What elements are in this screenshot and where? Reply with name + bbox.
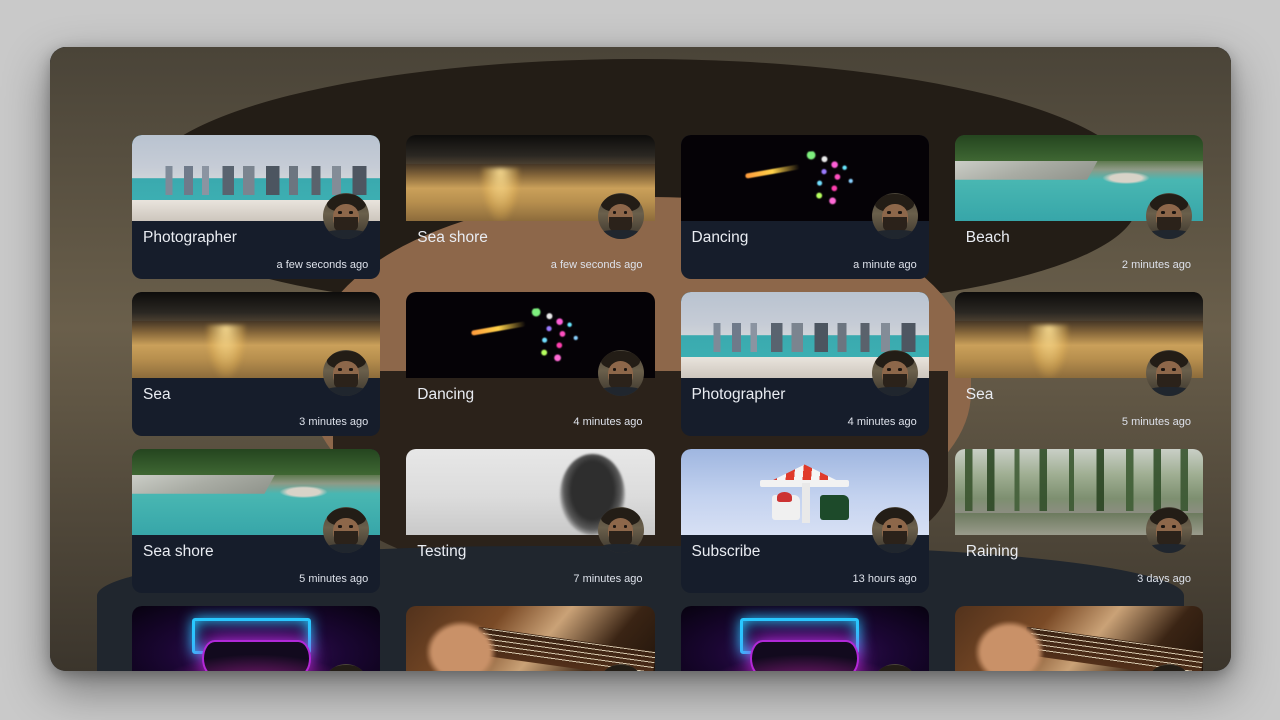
media-card[interactable]: Sea shore a few seconds ago: [406, 135, 655, 279]
media-card[interactable]: [406, 606, 655, 671]
thumbnail-image: [406, 606, 655, 671]
media-card[interactable]: Photographer 4 minutes ago: [680, 292, 929, 436]
thumbnail-image: [680, 606, 929, 671]
card-author-avatar[interactable]: [323, 507, 370, 553]
avatar-portrait: [323, 664, 370, 671]
avatar-portrait: [871, 350, 918, 396]
media-card[interactable]: Dancing 4 minutes ago: [406, 292, 655, 436]
media-card[interactable]: Testing 7 minutes ago: [406, 449, 655, 593]
card-author-avatar[interactable]: [1146, 193, 1192, 239]
card-footer: Sea shore 5 minutes ago: [132, 507, 380, 593]
card-footer: Dancing a minute ago: [681, 193, 929, 279]
card-footer: Sea 5 minutes ago: [955, 350, 1203, 436]
card-author-avatar[interactable]: [597, 507, 644, 553]
card-footer: Beach 2 minutes ago: [955, 193, 1203, 279]
card-author-avatar[interactable]: [1146, 507, 1192, 553]
media-card[interactable]: Dancing a minute ago: [680, 135, 929, 279]
card-footer: Sea shore a few seconds ago: [406, 193, 654, 279]
card-author-avatar[interactable]: [871, 193, 918, 239]
card-footer: Photographer a few seconds ago: [132, 193, 380, 279]
avatar-portrait: [1146, 193, 1192, 239]
thumbnail-image: [954, 606, 1203, 671]
card-author-avatar[interactable]: [1146, 350, 1192, 396]
card-thumbnail[interactable]: [954, 606, 1203, 671]
card-timestamp: 2 minutes ago: [1121, 259, 1191, 271]
card-footer: Raining 3 days ago: [955, 507, 1203, 593]
media-card[interactable]: Beach 2 minutes ago: [954, 135, 1203, 279]
card-author-avatar[interactable]: [323, 350, 370, 396]
card-thumbnail[interactable]: [132, 606, 381, 671]
card-timestamp: 5 minutes ago: [299, 573, 369, 585]
card-timestamp: 3 minutes ago: [299, 416, 369, 428]
media-card[interactable]: Subscribe 13 hours ago: [680, 449, 929, 593]
card-footer: Dancing 4 minutes ago: [406, 350, 654, 436]
avatar-portrait: [597, 664, 644, 671]
card-timestamp: 5 minutes ago: [1121, 416, 1191, 428]
content-scroll-area[interactable]: Photographer a few seconds ago Sea shore a …: [132, 125, 1231, 671]
card-timestamp: 4 minutes ago: [573, 416, 643, 428]
card-author-avatar[interactable]: [1146, 664, 1192, 671]
media-card[interactable]: Sea 3 minutes ago: [132, 292, 381, 436]
avatar-portrait: [871, 507, 918, 553]
app-header: Dropit: [50, 47, 1231, 671]
header-actions: +: [50, 47, 1231, 671]
media-card[interactable]: Raining 3 days ago: [954, 449, 1203, 593]
avatar-portrait: [323, 193, 370, 239]
card-timestamp: 13 hours ago: [852, 573, 917, 585]
avatar-portrait: [323, 507, 370, 553]
card-footer: Sea 3 minutes ago: [132, 350, 380, 436]
avatar-portrait: [1146, 664, 1192, 671]
card-author-avatar[interactable]: [597, 664, 644, 671]
user-avatar[interactable]: [50, 47, 1231, 671]
app-window: Dropit: [50, 47, 1231, 671]
card-footer: Testing 7 minutes ago: [406, 507, 654, 593]
card-timestamp: 3 days ago: [1137, 573, 1191, 585]
avatar-portrait: [50, 47, 1231, 671]
thumbnail-image: [132, 606, 381, 671]
avatar-portrait: [323, 350, 370, 396]
media-card[interactable]: [680, 606, 929, 671]
media-card[interactable]: [132, 606, 381, 671]
media-card[interactable]: Photographer a few seconds ago: [132, 135, 381, 279]
card-author-avatar[interactable]: [871, 507, 918, 553]
card-timestamp: a few seconds ago: [550, 259, 643, 271]
card-author-avatar[interactable]: [871, 350, 918, 396]
avatar-portrait: [597, 350, 644, 396]
card-author-avatar[interactable]: [323, 664, 370, 671]
card-author-avatar[interactable]: [597, 350, 644, 396]
card-author-avatar[interactable]: [871, 664, 918, 671]
card-thumbnail[interactable]: [680, 606, 929, 671]
card-timestamp: 4 minutes ago: [847, 416, 917, 428]
media-card[interactable]: Sea shore 5 minutes ago: [132, 449, 381, 593]
card-author-avatar[interactable]: [597, 193, 644, 239]
avatar-portrait: [871, 193, 918, 239]
avatar-portrait: [597, 193, 644, 239]
avatar-portrait: [1146, 350, 1192, 396]
card-thumbnail[interactable]: [406, 606, 655, 671]
card-footer: Photographer 4 minutes ago: [681, 350, 929, 436]
avatar-portrait: [871, 664, 918, 671]
app-body: Photographer a few seconds ago Sea shore a …: [50, 125, 1231, 671]
media-card[interactable]: Sea 5 minutes ago: [954, 292, 1203, 436]
card-footer: Subscribe 13 hours ago: [681, 507, 929, 593]
card-timestamp: 7 minutes ago: [573, 573, 643, 585]
media-card[interactable]: [954, 606, 1203, 671]
card-author-avatar[interactable]: [323, 193, 370, 239]
card-timestamp: a few seconds ago: [276, 259, 369, 271]
card-timestamp: a minute ago: [853, 259, 917, 271]
avatar-portrait: [1146, 507, 1192, 553]
avatar-portrait: [597, 507, 644, 553]
